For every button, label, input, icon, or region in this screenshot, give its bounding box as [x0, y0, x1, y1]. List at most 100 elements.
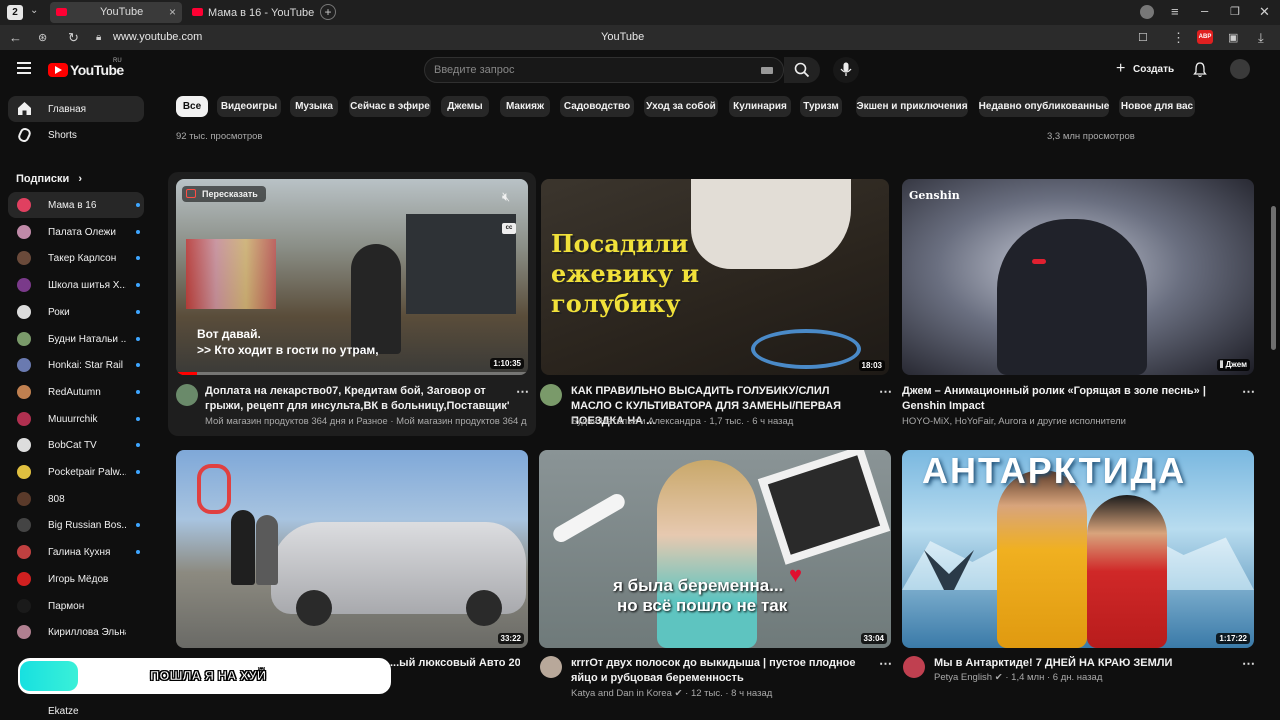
chip-6[interactable]: Садоводство — [560, 96, 634, 117]
video-title[interactable]: Мы в Антарктиде! 7 ДНЕЙ НА КРАЮ ЗЕМЛИ — [934, 656, 1234, 671]
subscriptions-header[interactable]: Подписки › — [16, 173, 82, 185]
adblock-icon[interactable]: ABP — [1197, 30, 1213, 44]
sidebar-subscription-item[interactable]: Big Russian Bos... — [8, 512, 144, 538]
chip-9[interactable]: Туризм — [800, 96, 842, 117]
chip-3[interactable]: Сейчас в эфире — [349, 96, 431, 117]
video-title[interactable]: кrrrОт двух полосок до выкидыша | пустое… — [571, 656, 871, 686]
chip-8[interactable]: Кулинария — [729, 96, 791, 117]
back-icon[interactable]: ← — [9, 31, 22, 45]
sidebar-subscription-item[interactable]: Мама в 16 — [8, 192, 144, 218]
captions-icon[interactable]: cc — [502, 223, 516, 234]
minimize-icon[interactable]: – — [1201, 4, 1208, 18]
sidebar-subscription-item[interactable]: Галина Кухня — [8, 539, 144, 565]
sidebar-subscription-item[interactable]: Кириллова Эльна... — [8, 619, 144, 645]
video-channel-meta[interactable]: Мой магазин продуктов 364 дня и Разное ·… — [205, 416, 528, 427]
new-content-dot — [136, 256, 140, 261]
chip-12[interactable]: Новое для вас — [1119, 96, 1195, 117]
restore-icon[interactable]: ❐ — [1230, 5, 1240, 19]
more-actions-icon[interactable]: ⋯ — [879, 656, 893, 672]
sidebar-subscription-item[interactable]: Роки — [8, 299, 144, 325]
shorts-icon — [16, 126, 33, 144]
search-button[interactable] — [784, 57, 820, 83]
channel-avatar[interactable] — [176, 384, 198, 406]
sidebar-subscription-item[interactable]: Игорь Мёдов — [8, 566, 144, 592]
sidebar-subscription-item[interactable]: Honkai: Star Rail — [8, 352, 144, 378]
more-actions-icon[interactable]: ⋯ — [1242, 384, 1256, 400]
video-artists[interactable]: HOYO-MiX, HoYoFair, Aurora и другие испо… — [902, 416, 1126, 427]
sidebar-subscription-item[interactable]: Будни Натальи ... — [8, 326, 144, 352]
search-input[interactable]: Введите запрос — [424, 57, 784, 83]
new-content-dot — [136, 283, 140, 288]
person-silhouette — [256, 515, 278, 585]
more-vertical-icon[interactable]: ⋮ — [1172, 31, 1185, 45]
sidebar-subscription-item[interactable]: BobCat TV — [8, 432, 144, 458]
new-tab-button[interactable]: + — [320, 4, 336, 20]
close-tab-icon[interactable]: × — [169, 5, 176, 19]
hamburger-menu-icon[interactable] — [17, 62, 31, 74]
chip-7[interactable]: Уход за собой — [644, 96, 718, 117]
chip-10[interactable]: Экшен и приключения — [856, 96, 968, 117]
sidebar-subscription-item[interactable]: Такер Карлсон — [8, 245, 144, 271]
menu-icon[interactable]: ≡ — [1171, 5, 1179, 19]
sidebar-subscription-item[interactable]: Школа шитья Х... — [8, 272, 144, 298]
channel-name[interactable]: Katya and Dan in Korea — [571, 688, 672, 699]
channel-avatar[interactable] — [540, 656, 562, 678]
channel-avatar[interactable] — [540, 384, 562, 406]
video-thumbnail[interactable]: Посадили ежевику и голубику 18:03 — [541, 179, 889, 375]
page-scrollbar[interactable] — [1271, 206, 1276, 350]
profile-avatar-icon[interactable] — [1140, 5, 1154, 19]
mute-icon[interactable]: 🔇︎ — [502, 189, 510, 205]
video-title[interactable]: ...ый люксовый Авто 2026 — [390, 656, 520, 671]
sidebar-subscription-item[interactable]: RedAutumn — [8, 379, 144, 405]
chip-11[interactable]: Недавно опубликованные — [979, 96, 1109, 117]
yandex-icon[interactable]: ⊛ — [38, 31, 47, 45]
video-thumbnail[interactable]: Genshin ⫼ Джем — [902, 179, 1254, 375]
channel-name[interactable]: Будни Натальи и Александра — [571, 416, 701, 427]
video-thumbnail[interactable]: Пересказать 🔇︎ cc Вот давай. >> Кто ходи… — [176, 179, 528, 375]
video-title[interactable]: Доплата на лекарство07, Кредитам бой, За… — [205, 384, 510, 414]
download-icon[interactable]: ⤓ — [1258, 31, 1264, 45]
url-field[interactable]: www.youtube.com — [113, 31, 202, 43]
more-actions-icon[interactable]: ⋯ — [879, 384, 893, 400]
tab-mama-v-16[interactable]: Мама в 16 - YouTube — [186, 2, 316, 23]
chip-0[interactable]: Все — [176, 96, 208, 117]
sidebar-subscription-item[interactable]: Muuurrchik — [8, 406, 144, 432]
video-thumbnail[interactable]: 33:22 — [176, 450, 528, 648]
person-silhouette — [351, 244, 401, 354]
sidebar-subscription-item[interactable]: 808 — [8, 486, 144, 512]
create-button[interactable]: + Создать — [1110, 57, 1180, 83]
close-window-icon[interactable]: ✕ — [1259, 5, 1270, 19]
video-thumbnail[interactable]: я была беременна... но всё пошло не так … — [539, 450, 891, 648]
chip-2[interactable]: Музыка — [290, 96, 338, 117]
voice-search-button[interactable] — [833, 57, 859, 83]
video-meta: Katya and Dan in Korea ✔ · 12 тыс. · 8 ч… — [571, 688, 773, 699]
progress-bar[interactable] — [176, 372, 528, 375]
keyboard-icon[interactable] — [761, 67, 773, 74]
more-actions-icon[interactable]: ⋯ — [1242, 656, 1256, 672]
sidebar-item-ekatze[interactable]: Ekatze — [16, 706, 79, 717]
chip-5[interactable]: Макияж — [500, 96, 550, 117]
sidebar-item-home[interactable]: Главная — [8, 96, 144, 122]
channel-name[interactable]: Petya English — [934, 672, 992, 683]
video-thumbnail[interactable]: АНТАРКТИДА 1:17:22 — [902, 450, 1254, 648]
bookmark-icon[interactable]: ☐ — [1138, 31, 1148, 45]
account-avatar[interactable] — [1230, 59, 1250, 79]
tab-count-badge[interactable]: 2 — [7, 5, 23, 20]
sidebar-subscription-item[interactable]: Палата Олежи — [8, 219, 144, 245]
extensions-icon[interactable]: ▣ — [1228, 31, 1238, 45]
tab-list-chevron-icon[interactable]: ⌄ — [30, 5, 38, 16]
tab-youtube[interactable]: YouTube × — [50, 2, 182, 23]
sidebar-subscription-item[interactable]: Pocketpair Palw... — [8, 459, 144, 485]
sidebar-subscription-item[interactable]: Пармон — [8, 593, 144, 619]
channel-avatar[interactable] — [903, 656, 925, 678]
more-actions-icon[interactable]: ⋯ — [516, 384, 530, 400]
reload-icon[interactable]: ↻ — [68, 31, 79, 45]
channel-avatar — [17, 198, 31, 212]
retell-badge[interactable]: Пересказать — [182, 186, 266, 202]
video-title[interactable]: Джем – Анимационный ролик «Горящая в зол… — [902, 384, 1232, 414]
page-title-in-address-bar: YouTube — [601, 31, 645, 43]
chip-1[interactable]: Видеоигры — [217, 96, 281, 117]
sidebar-item-shorts[interactable]: Shorts — [8, 122, 144, 148]
chip-4[interactable]: Джемы — [441, 96, 489, 117]
notifications-bell-icon[interactable] — [1193, 62, 1207, 83]
